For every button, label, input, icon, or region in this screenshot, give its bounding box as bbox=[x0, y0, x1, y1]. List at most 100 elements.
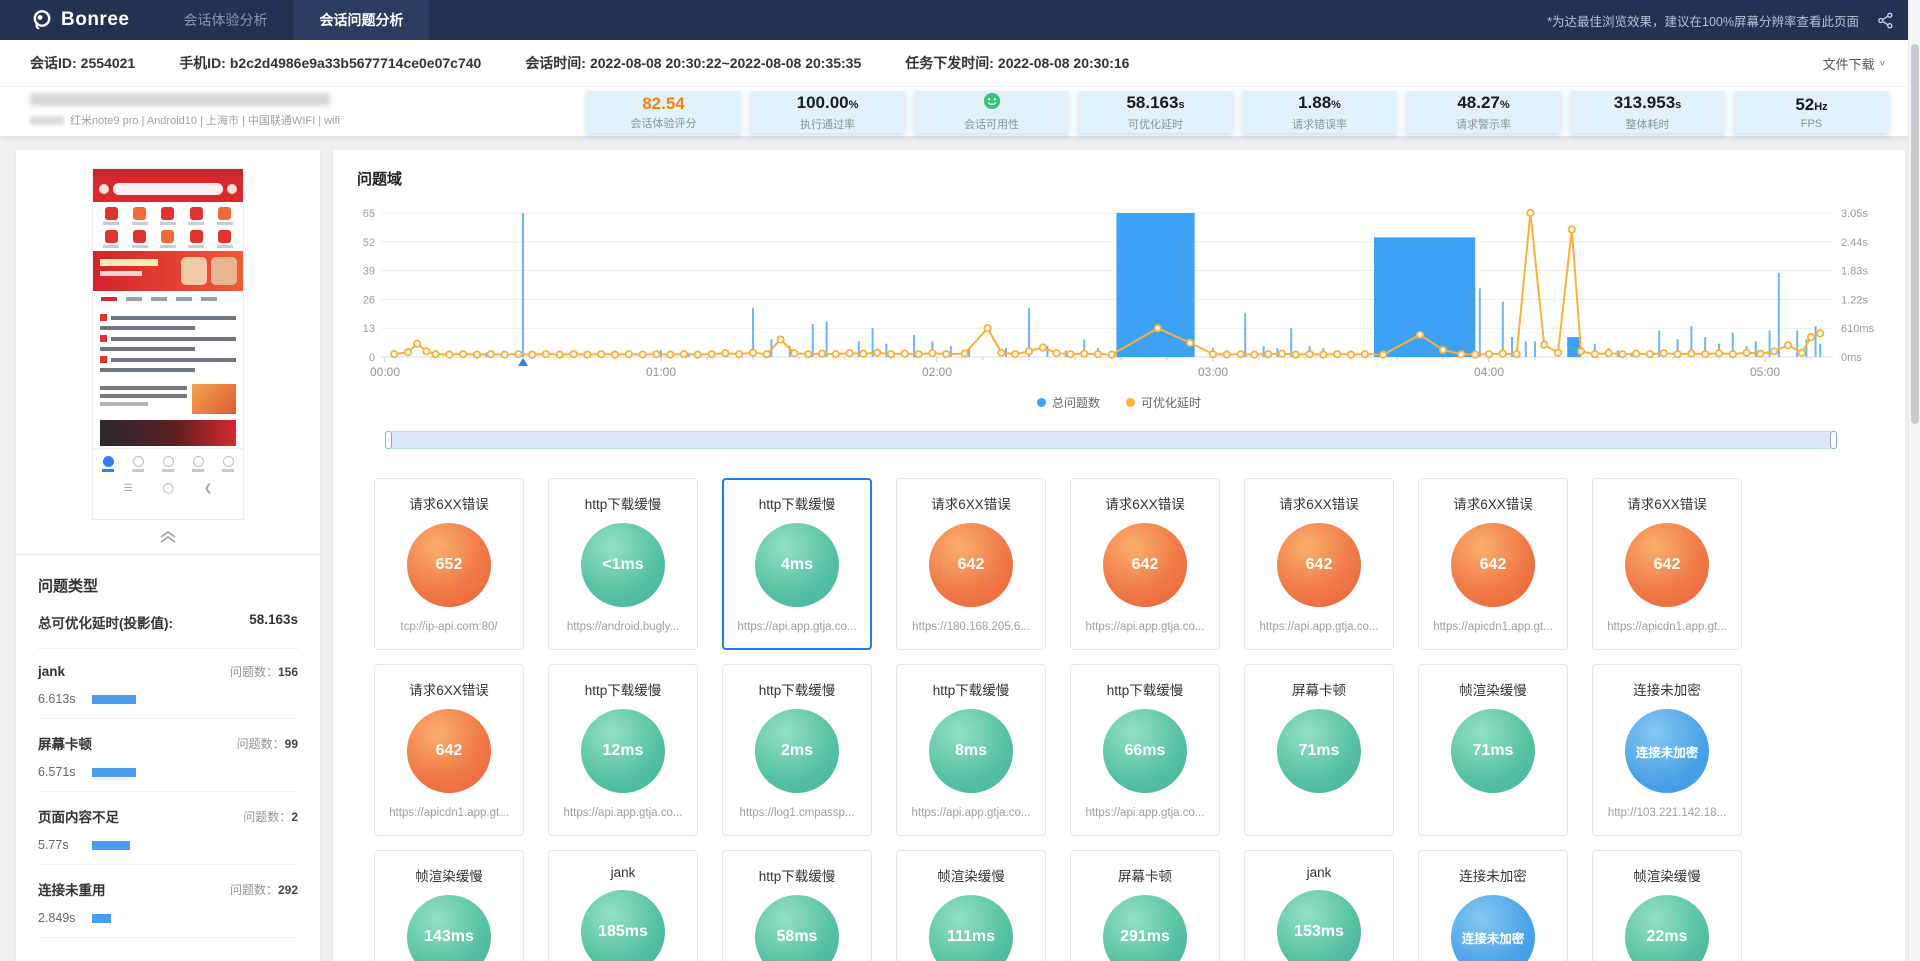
problem-card-15[interactable]: 帧渲染缓慢71ms bbox=[1418, 664, 1568, 836]
problem-card-13[interactable]: http下载缓慢66mshttps://api.app.gtja.co... bbox=[1070, 664, 1220, 836]
problem-type-row1: 连接未重用问题数：292 bbox=[38, 879, 298, 899]
x-axis-label: 04:00 bbox=[1474, 365, 1504, 379]
problem-card-url: https://log1.cmpassp... bbox=[739, 807, 854, 819]
problem-card-title: http下载缓慢 bbox=[1107, 679, 1184, 699]
slider-left-handle[interactable] bbox=[385, 431, 392, 449]
problem-card-6[interactable]: 请求6XX错误642https://api.app.gtja.co... bbox=[1244, 478, 1394, 650]
file-download-label: 文件下载 bbox=[1823, 54, 1875, 73]
delay-point bbox=[1026, 348, 1032, 354]
delay-point bbox=[1440, 347, 1446, 353]
file-download-button[interactable]: 文件下载 ∨ bbox=[1823, 54, 1886, 73]
left-panel: ☰◯❮ 问题类型 总可优化延时(投影值): 58.163s jank问题数：15… bbox=[16, 150, 320, 961]
y-right-tick: 2.44s bbox=[1841, 237, 1868, 249]
problem-card-23[interactable]: 连接未加密连接未加密 bbox=[1418, 850, 1568, 961]
problem-card-16[interactable]: 连接未加密连接未加密http://103.221.142.18... bbox=[1592, 664, 1742, 836]
nav-tab-2[interactable]: 会话问题分析 bbox=[293, 0, 429, 40]
problem-type-item-屏幕卡顿[interactable]: 屏幕卡顿问题数：99 6.571s bbox=[38, 719, 298, 792]
problem-card-22[interactable]: jank153ms bbox=[1244, 850, 1394, 961]
legend-item-1[interactable]: 总问题数 bbox=[1037, 394, 1100, 411]
y-right-tick: 0ms bbox=[1841, 352, 1862, 364]
problem-card-17[interactable]: 帧渲染缓慢143ms bbox=[374, 850, 524, 961]
smiley-icon bbox=[983, 92, 1001, 110]
chart-canvas[interactable]: 653.05s522.44s391.83s261.22s13610ms00ms0… bbox=[357, 199, 1877, 385]
problem-card-3[interactable]: http下载缓慢4mshttps://api.app.gtja.co... bbox=[722, 478, 872, 650]
y-right-tick: 1.83s bbox=[1841, 266, 1868, 278]
problem-card-18[interactable]: jank185ms bbox=[548, 850, 698, 961]
problem-type-name: jank bbox=[38, 664, 65, 679]
delay-point bbox=[1486, 351, 1492, 357]
session-info-bar: 会话ID:2554021手机ID:b2c2d4986e9a33b5677714c… bbox=[0, 40, 1920, 86]
delay-point bbox=[1578, 348, 1584, 354]
screenshot-tab-icon bbox=[183, 449, 213, 478]
problem-card-1[interactable]: 请求6XX错误652tcp://ip-api.com:80/ bbox=[374, 478, 524, 650]
problem-card-2[interactable]: http下载缓慢<1mshttps://android.bugly... bbox=[548, 478, 698, 650]
y-left-tick: 0 bbox=[369, 352, 375, 364]
problem-card-9[interactable]: 请求6XX错误642https://apicdn1.app.gt... bbox=[374, 664, 524, 836]
problem-card-20[interactable]: 帧渲染缓慢111ms bbox=[896, 850, 1046, 961]
session-field-value: 2022-08-08 20:30:16 bbox=[998, 55, 1130, 71]
session-field-1: 会话ID:2554021 bbox=[30, 53, 135, 73]
metric-value: 48.27% bbox=[1457, 93, 1509, 115]
delay-point bbox=[943, 351, 949, 357]
problem-card-4[interactable]: 请求6XX错误642https://180.168.205.6... bbox=[896, 478, 1046, 650]
problem-card-url: https://apicdn1.app.gt... bbox=[1607, 621, 1727, 633]
metric-label: 会话可用性 bbox=[964, 116, 1019, 132]
metric-card-5[interactable]: 1.88%请求错误率 bbox=[1242, 91, 1397, 133]
problem-card-url: http://103.221.142.18... bbox=[1608, 807, 1726, 819]
slider-right-handle[interactable] bbox=[1830, 431, 1837, 449]
problem-card-19[interactable]: http下载缓慢58ms bbox=[722, 850, 872, 961]
chart-range-slider[interactable] bbox=[385, 431, 1837, 449]
session-field-value: 2022-08-08 20:30:22~2022-08-08 20:35:35 bbox=[590, 55, 861, 71]
problem-card-7[interactable]: 请求6XX错误642https://apicdn1.app.gt... bbox=[1418, 478, 1568, 650]
problem-type-row2: 6.571s bbox=[38, 765, 298, 779]
delay-point bbox=[860, 350, 866, 356]
delay-point bbox=[764, 351, 770, 357]
nav-tab-1[interactable]: 会话体验分析 bbox=[157, 0, 293, 40]
delay-point bbox=[1688, 350, 1694, 356]
delay-point bbox=[1417, 332, 1423, 338]
scrollbar-thumb[interactable] bbox=[1911, 44, 1919, 424]
problem-card-11[interactable]: http下载缓慢2mshttps://log1.cmpassp... bbox=[722, 664, 872, 836]
legend-item-2[interactable]: 可优化延时 bbox=[1126, 394, 1201, 411]
problem-type-row1: 屏幕卡顿问题数：99 bbox=[38, 733, 298, 753]
problem-type-item-页面内容不足[interactable]: 页面内容不足问题数：25.77s bbox=[38, 792, 298, 865]
metric-card-3[interactable]: 会话可用性 bbox=[914, 91, 1069, 133]
metric-card-1[interactable]: 82.54会话体验评分 bbox=[586, 91, 741, 133]
problem-card-title: http下载缓慢 bbox=[759, 865, 836, 885]
problem-card-14[interactable]: 屏幕卡顿71ms bbox=[1244, 664, 1394, 836]
y-left-tick: 39 bbox=[363, 266, 375, 278]
bonree-logo[interactable]: Bonree bbox=[0, 0, 157, 40]
problem-card-url: https://android.bugly... bbox=[567, 621, 679, 633]
problem-card-value-circle: 111ms bbox=[929, 895, 1013, 961]
delay-point bbox=[1155, 325, 1161, 331]
delay-point bbox=[708, 351, 714, 357]
device-screenshot[interactable]: ☰◯❮ bbox=[92, 168, 244, 520]
problem-card-21[interactable]: 屏幕卡顿291ms bbox=[1070, 850, 1220, 961]
problem-card-12[interactable]: http下载缓慢8mshttps://api.app.gtja.co... bbox=[896, 664, 1046, 836]
resolution-note: *为达最佳浏览效果，建议在100%屏幕分辨率查看此页面 bbox=[1547, 11, 1859, 30]
problem-card-value-circle: 642 bbox=[929, 523, 1013, 607]
problem-type-time: 6.571s bbox=[38, 765, 82, 779]
metric-card-2[interactable]: 100.00%执行通过率 bbox=[750, 91, 905, 133]
y-right-tick: 3.05s bbox=[1841, 208, 1868, 220]
problem-card-10[interactable]: http下载缓慢12mshttps://api.app.gtja.co... bbox=[548, 664, 698, 836]
delay-point bbox=[1279, 350, 1285, 356]
problem-card-5[interactable]: 请求6XX错误642https://api.app.gtja.co... bbox=[1070, 478, 1220, 650]
top-navbar: Bonree 会话体验分析会话问题分析 *为达最佳浏览效果，建议在100%屏幕分… bbox=[0, 0, 1920, 40]
problem-card-title: 请求6XX错误 bbox=[931, 493, 1011, 513]
collapse-screenshot-button[interactable] bbox=[16, 526, 320, 554]
page-scrollbar[interactable] bbox=[1908, 0, 1920, 961]
metric-card-8[interactable]: 52HzFPS bbox=[1734, 91, 1889, 133]
problem-type-item-连接未重用[interactable]: 连接未重用问题数：2922.849s bbox=[38, 865, 298, 938]
metric-card-6[interactable]: 48.27%请求警示率 bbox=[1406, 91, 1561, 133]
problem-card-24[interactable]: 帧渲染缓慢22ms bbox=[1592, 850, 1742, 961]
share-icon[interactable] bbox=[1877, 12, 1894, 29]
problem-type-time: 6.613s bbox=[38, 692, 82, 706]
chart-legend: 总问题数 可优化延时 bbox=[357, 394, 1881, 411]
x-axis-label: 00:00 bbox=[370, 365, 400, 379]
delay-point bbox=[667, 351, 673, 357]
metric-card-4[interactable]: 58.163s可优化延时 bbox=[1078, 91, 1233, 133]
metric-card-7[interactable]: 313.953s整体耗时 bbox=[1570, 91, 1725, 133]
problem-type-item-jank[interactable]: jank问题数：1566.613s bbox=[38, 649, 298, 719]
problem-card-8[interactable]: 请求6XX错误642https://apicdn1.app.gt... bbox=[1592, 478, 1742, 650]
